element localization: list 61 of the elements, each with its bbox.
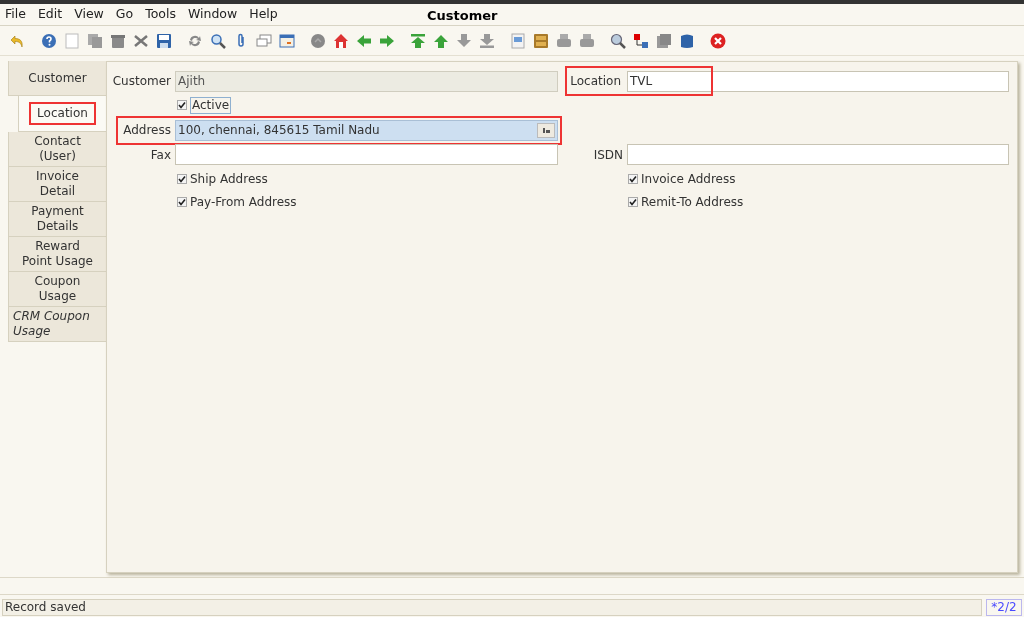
- calendar-icon[interactable]: [279, 32, 295, 49]
- menu-item[interactable]: Edit: [37, 5, 63, 24]
- help-icon[interactable]: [41, 32, 57, 49]
- menu-item[interactable]: View: [74, 5, 104, 24]
- field-label: Fax: [149, 146, 172, 164]
- field-label: Customer: [111, 73, 172, 90]
- field-label: Address: [122, 122, 172, 139]
- checkbox-label: Remit-To Address: [641, 194, 744, 211]
- delete-icon[interactable]: [110, 32, 126, 49]
- home-icon[interactable]: [333, 32, 349, 49]
- workflow-icon[interactable]: [633, 32, 649, 49]
- tab[interactable]: Payment Details: [8, 202, 106, 237]
- menu-item[interactable]: File: [5, 5, 26, 24]
- menu-item[interactable]: Tools: [145, 5, 176, 24]
- input-field[interactable]: TVL: [627, 70, 1009, 92]
- field-label: Location: [569, 73, 622, 90]
- tab[interactable]: Location: [18, 96, 106, 132]
- circle-icon[interactable]: [310, 32, 326, 49]
- checkbox-label: Active: [190, 96, 232, 114]
- checkbox-label: Ship Address: [190, 171, 268, 188]
- printer-icon[interactable]: [579, 32, 595, 49]
- tab[interactable]: Reward Point Usage: [8, 237, 106, 272]
- checkbox[interactable]: [177, 174, 187, 184]
- location-icon: [542, 127, 550, 133]
- menu-item[interactable]: Window: [187, 5, 238, 24]
- tab[interactable]: Customer: [8, 61, 106, 96]
- save-icon[interactable]: [156, 32, 172, 49]
- copy-icon[interactable]: [87, 32, 103, 49]
- tab[interactable]: Contact (User): [8, 132, 106, 167]
- menu-item[interactable]: Help: [249, 5, 278, 24]
- tab[interactable]: Coupon Usage: [8, 272, 106, 307]
- left-arrow-icon[interactable]: [356, 32, 372, 49]
- search-icon[interactable]: [210, 32, 226, 49]
- zoom-icon[interactable]: [610, 32, 626, 49]
- window-title: Customer: [427, 7, 498, 25]
- right-arrow-icon[interactable]: [379, 32, 395, 49]
- database-icon[interactable]: [679, 32, 695, 49]
- checkbox[interactable]: [628, 174, 638, 184]
- status-message: Record saved: [2, 598, 982, 616]
- checkbox-label: Invoice Address: [641, 171, 736, 188]
- field-label: ISDN: [592, 146, 624, 164]
- checkbox[interactable]: [177, 197, 187, 207]
- checkbox-label: Pay-From Address: [190, 194, 297, 211]
- close-icon[interactable]: [710, 32, 726, 49]
- down-arrow-icon[interactable]: [456, 32, 472, 49]
- checkbox[interactable]: [628, 197, 638, 207]
- up-arrow-icon[interactable]: [433, 32, 449, 49]
- first-record-icon[interactable]: [410, 32, 426, 49]
- printer-icon[interactable]: [556, 32, 572, 49]
- checkbox[interactable]: [177, 100, 187, 110]
- tab[interactable]: Invoice Detail: [8, 167, 106, 202]
- location-button[interactable]: [537, 122, 555, 138]
- menu-item[interactable]: Go: [115, 5, 134, 24]
- window-icon[interactable]: [656, 32, 672, 49]
- archive-icon[interactable]: [533, 32, 549, 49]
- last-record-icon[interactable]: [479, 32, 495, 49]
- report-icon[interactable]: [510, 32, 526, 49]
- input-field[interactable]: [175, 144, 558, 165]
- record-counter: *2/2: [986, 598, 1022, 616]
- input-field[interactable]: 100, chennai, 845615 Tamil Nadu: [175, 119, 558, 141]
- input-field[interactable]: [627, 144, 1009, 165]
